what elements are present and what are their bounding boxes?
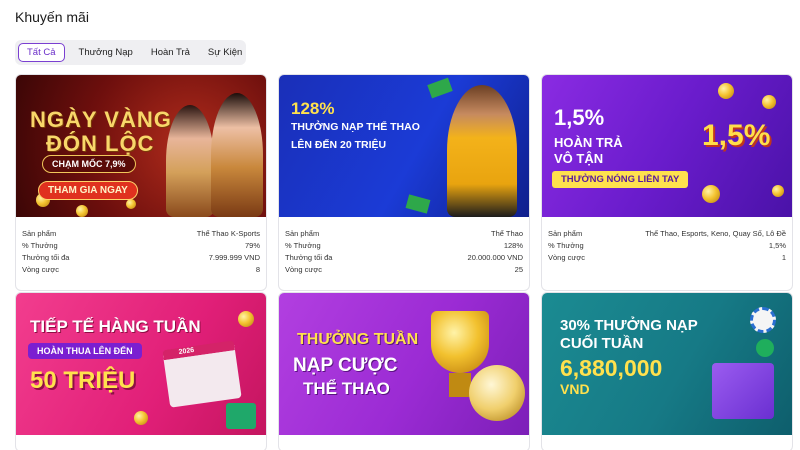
trophy-stem xyxy=(449,373,471,397)
label-max: Thưởng tối đa xyxy=(285,253,333,262)
casino-chip-icon xyxy=(756,339,774,357)
tab-deposit-bonus[interactable]: Thưởng Nạp xyxy=(71,43,141,62)
value-max: 20.000.000 VND xyxy=(467,253,523,262)
label-bonus: % Thưởng xyxy=(285,241,321,250)
gift-box-icon xyxy=(226,403,256,429)
promo-banner-image: 1,5% 1,5% HOÀN TRẢ VÔ TẬN THƯỞNG NÓNG LI… xyxy=(542,75,792,217)
value-rounds: 8 xyxy=(255,265,260,274)
promo-banner-image: 128% THƯỞNG NẠP THỂ THAO LÊN ĐẾN 20 TRIỆ… xyxy=(279,75,529,217)
promo-details: Sản phẩm Thể Thao % Thưởng 128% Thưởng tối… xyxy=(279,217,529,276)
banner-headline: 30% THƯỞNG NẠP xyxy=(560,317,698,334)
promo-details: Sản phẩm Thể Thao, Esports, Keno, Quay Số… xyxy=(542,217,792,264)
label-product: Sản phẩm xyxy=(22,229,57,238)
cash-note-icon xyxy=(427,77,453,99)
promo-banner-image: NGÀY VÀNG ĐÓN LỘC CHẠM MỐC 7,9% THAM GIA… xyxy=(16,75,266,217)
banner-headline: THƯỞNG NẠP THỂ THAO xyxy=(291,121,420,133)
banner-subtitle: THƯỞNG NÓNG LIỀN TAY xyxy=(552,171,689,188)
label-product: Sản phẩm xyxy=(548,229,583,238)
value-rounds: 1 xyxy=(781,253,786,262)
banner-subtitle: HOÀN THUA LÊN ĐẾN xyxy=(28,343,142,359)
value-bonus: 1,5% xyxy=(768,241,786,250)
banner-percent: 128% xyxy=(291,99,335,118)
tab-all[interactable]: Tất Cả xyxy=(18,43,65,62)
tab-rebate[interactable]: Hoàn Trả xyxy=(143,43,198,62)
value-max: 7.999.999 VND xyxy=(208,253,260,262)
banner-subtitle: THỂ THAO xyxy=(303,379,390,398)
gold-coin-icon xyxy=(772,185,784,197)
gold-coin-icon xyxy=(238,311,254,327)
banner-percent: 1,5% xyxy=(554,105,605,130)
value-bonus: 79% xyxy=(244,241,260,250)
banner-amount: 6,880,000 xyxy=(560,355,663,381)
label-bonus: % Thưởng xyxy=(548,241,584,250)
promo-card-weekly-sports[interactable]: THƯỞNG TUẦN NẠP CƯỢC THỂ THAO xyxy=(278,292,530,450)
banner-subtitle: LÊN ĐẾN 20 TRIỆU xyxy=(291,139,387,151)
promo-card-weekend-deposit[interactable]: 30% THƯỞNG NẠP CUỐI TUẦN 6,880,000 VND xyxy=(541,292,793,450)
gold-coin-icon xyxy=(718,83,734,99)
label-rounds: Vòng cược xyxy=(548,253,586,262)
banner-headline-2: VÔ TẬN xyxy=(554,151,604,166)
banner-amount: 50 TRIỆU xyxy=(30,367,136,394)
promo-banner-image: THƯỞNG TUẦN NẠP CƯỢC THỂ THAO xyxy=(279,293,529,435)
gold-coin-icon xyxy=(134,411,148,425)
promo-banner-image: 30% THƯỞNG NẠP CUỐI TUẦN 6,880,000 VND xyxy=(542,293,792,435)
promo-card-sports-deposit[interactable]: 128% THƯỞNG NẠP THỂ THAO LÊN ĐẾN 20 TRIỆ… xyxy=(278,74,530,291)
casino-chip-icon xyxy=(750,307,776,333)
promo-filter-tabs: Tất Cả Thưởng Nạp Hoàn Trả Sự Kiện xyxy=(15,40,246,65)
label-rounds: Vòng cược xyxy=(285,265,323,274)
label-rounds: Vòng cược xyxy=(22,265,60,274)
banner-headline: HOÀN TRẢ xyxy=(554,135,623,150)
promo-card-rebate[interactable]: 1,5% 1,5% HOÀN TRẢ VÔ TẬN THƯỞNG NÓNG LI… xyxy=(541,74,793,291)
trophy-icon xyxy=(431,311,489,373)
gold-coin-icon xyxy=(702,185,720,203)
value-product: Thể Thao K-Sports xyxy=(196,229,260,238)
football-icon xyxy=(469,365,525,421)
football-player-figure xyxy=(447,85,517,217)
cash-note-icon xyxy=(405,194,431,214)
calendar-year: 2026 xyxy=(178,346,195,356)
value-product: Thể Thao, Esports, Keno, Quay Số, Lô Đề xyxy=(645,229,786,238)
label-max: Thưởng tối đa xyxy=(22,253,70,262)
label-product: Sản phẩm xyxy=(285,229,320,238)
tab-events[interactable]: Sự Kiện xyxy=(200,43,250,62)
value-product: Thể Thao xyxy=(491,229,523,238)
banner-currency: VND xyxy=(560,381,590,397)
banner-headline-2: NẠP CƯỢC xyxy=(293,355,398,376)
calendar-icon: 2026 xyxy=(162,340,242,408)
gift-box-icon xyxy=(712,363,774,419)
value-bonus: 128% xyxy=(503,241,523,250)
page-title: Khuyến mãi xyxy=(15,9,89,25)
value-rounds: 25 xyxy=(514,265,523,274)
promo-card-weekly-relief[interactable]: 2026 TIẾP TẾ HÀNG TUẦN HOÀN THUA LÊN ĐẾN… xyxy=(15,292,267,450)
promo-details: Sản phẩm Thể Thao K-Sports % Thưởng 79% Th… xyxy=(16,217,266,276)
gold-coin-icon xyxy=(762,95,776,109)
model-figure-2 xyxy=(211,93,263,217)
rebate-badge: 1,5% xyxy=(702,119,771,152)
gold-coin-icon xyxy=(126,199,136,209)
promo-card-golden-day[interactable]: NGÀY VÀNG ĐÓN LỘC CHẠM MỐC 7,9% THAM GIA… xyxy=(15,74,267,291)
banner-headline: NGÀY VÀNG xyxy=(30,107,172,132)
banner-headline-2: ĐÓN LỘC xyxy=(46,131,155,156)
gold-coin-icon xyxy=(76,205,88,217)
join-now-button[interactable]: THAM GIA NGAY xyxy=(38,181,138,200)
promo-banner-image: 2026 TIẾP TẾ HÀNG TUẦN HOÀN THUA LÊN ĐẾN… xyxy=(16,293,266,435)
banner-headline: THƯỞNG TUẦN xyxy=(297,331,419,348)
label-bonus: % Thưởng xyxy=(22,241,58,250)
banner-subtitle: CHẠM MỐC 7,9% xyxy=(42,155,136,173)
model-figure-1 xyxy=(166,105,214,217)
banner-headline: TIẾP TẾ HÀNG TUẦN xyxy=(30,317,201,336)
banner-headline-2: CUỐI TUẦN xyxy=(560,335,644,352)
